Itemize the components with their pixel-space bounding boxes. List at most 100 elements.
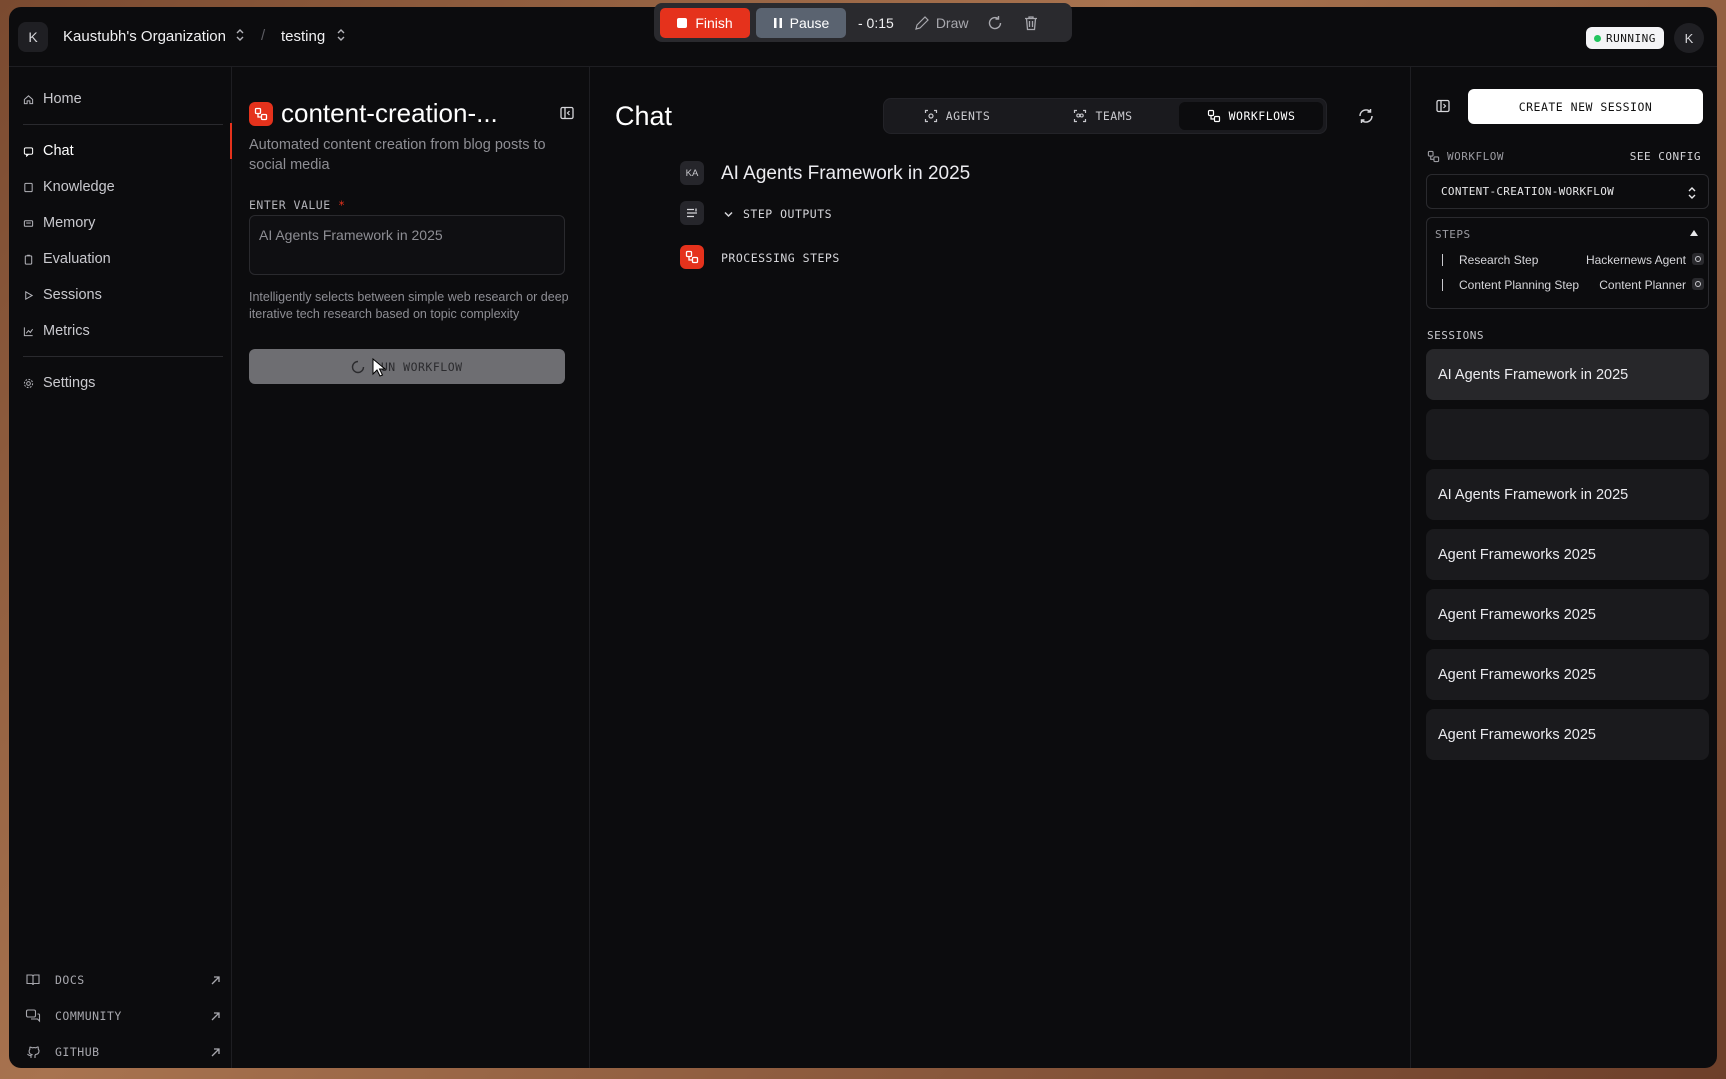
workflow-icon (254, 107, 268, 121)
tab-label: WORKFLOWS (1228, 109, 1296, 123)
workflow-select[interactable]: CONTENT-CREATION-WORKFLOW (1426, 174, 1709, 209)
pause-recording-button[interactable]: Pause (756, 7, 846, 38)
nav-item-sessions[interactable]: Sessions (23, 283, 102, 307)
spinner-icon (352, 360, 365, 373)
sidebar-collapse-icon[interactable] (1435, 98, 1451, 114)
chat-area: Chat AGENTS TEAMS WORKFLOWS KA AI Agents… (590, 67, 1410, 1068)
step-agent: Content Planner (1599, 278, 1686, 292)
nav-divider (23, 124, 223, 125)
restart-icon[interactable] (986, 14, 1004, 32)
project-selector[interactable]: testing (281, 28, 325, 45)
status-dot-icon (1594, 34, 1601, 42)
processing-steps-label: PROCESSING STEPS (721, 251, 840, 265)
nav-item-settings[interactable]: Settings (23, 371, 95, 395)
workflow-icon (1427, 150, 1440, 163)
input-label-text: ENTER VALUE (249, 198, 331, 212)
nav-item-label: Settings (43, 375, 96, 391)
home-icon (23, 94, 34, 104)
nav-item-knowledge[interactable]: Knowledge (23, 175, 115, 199)
refresh-icon[interactable] (1357, 107, 1375, 125)
pause-label: Pause (789, 14, 830, 31)
step-name: Research Step (1459, 253, 1539, 267)
docs-label: DOCS (55, 973, 85, 987)
docs-link[interactable]: DOCS (25, 970, 221, 990)
nav-item-evaluation[interactable]: Evaluation (23, 247, 111, 271)
create-new-session-button[interactable]: CREATE NEW SESSION (1468, 89, 1703, 124)
github-link[interactable]: GITHUB (25, 1042, 221, 1062)
community-label: COMMUNITY (55, 1009, 122, 1023)
step-outputs-toggle[interactable]: STEP OUTPUTS (723, 207, 832, 221)
tab-label: TEAMS (1095, 109, 1133, 123)
draw-button[interactable]: Draw (914, 15, 968, 31)
chevron-up-down-icon[interactable] (335, 27, 347, 43)
tab-workflows[interactable]: WORKFLOWS (1179, 102, 1323, 130)
recording-toolbar: Finish Pause - 0:15 Draw (654, 3, 1072, 42)
org-avatar[interactable]: K (18, 22, 48, 52)
tab-label: AGENTS (945, 109, 991, 123)
nav-item-label: Memory (43, 215, 96, 231)
session-item[interactable]: AI Agents Framework in 2025 (1426, 469, 1709, 520)
nav-item-chat[interactable]: Chat (23, 139, 74, 163)
session-item[interactable]: Agent Frameworks 2025 (1426, 649, 1709, 700)
chevron-up-down-icon[interactable] (234, 27, 246, 43)
stop-icon (677, 17, 688, 28)
team-icon (1074, 109, 1087, 123)
sidebar-collapse-icon[interactable] (559, 105, 575, 121)
workflow-icon (1207, 109, 1220, 123)
tab-teams[interactable]: TEAMS (1033, 102, 1173, 130)
nav-item-label: Chat (43, 143, 74, 159)
step-row: Content Planning Step Content Planner (1442, 276, 1704, 294)
user-message-avatar: KA (680, 161, 704, 185)
trash-icon[interactable] (1022, 14, 1040, 32)
status-badge: RUNNING (1586, 27, 1664, 49)
workflow-input[interactable]: AI Agents Framework in 2025 (249, 215, 565, 275)
community-link[interactable]: COMMUNITY (25, 1006, 221, 1026)
run-workflow-button[interactable]: RUN WORKFLOW (249, 349, 565, 384)
see-config-link[interactable]: SEE CONFIG (1630, 150, 1701, 163)
user-message: AI Agents Framework in 2025 (721, 163, 971, 184)
settings-icon[interactable] (1692, 278, 1704, 290)
tab-agents[interactable]: AGENTS (887, 102, 1027, 130)
left-sidebar: Home Chat Knowledge Memory Evaluation Se… (9, 67, 232, 1068)
memory-icon (23, 219, 34, 227)
book-icon (24, 182, 33, 192)
app-window: K Kaustubh's Organization / testing RUNN… (9, 7, 1717, 1068)
user-avatar[interactable]: K (1674, 23, 1704, 53)
session-item[interactable]: Agent Frameworks 2025 (1426, 529, 1709, 580)
chevron-up-down-icon (1688, 187, 1696, 199)
step-outputs-icon-box (680, 201, 704, 225)
nav-item-metrics[interactable]: Metrics (23, 319, 90, 343)
agent-icon (924, 109, 937, 123)
chevron-down-icon (724, 211, 733, 217)
finish-label: Finish (695, 14, 733, 31)
right-panel: CREATE NEW SESSION WORKFLOW SEE CONFIG C… (1410, 67, 1717, 1068)
settings-icon[interactable] (1692, 253, 1704, 265)
workflow-logo (249, 102, 273, 126)
recording-timer: - 0:15 (858, 14, 894, 31)
workflow-description: Automated content creation from blog pos… (249, 137, 546, 173)
session-item[interactable]: AI Agents Framework in 2025 (1426, 349, 1709, 400)
mouse-cursor-icon (372, 358, 386, 377)
session-item[interactable] (1426, 409, 1709, 460)
session-item[interactable]: Agent Frameworks 2025 (1426, 709, 1709, 760)
workflow-panel: content-creation-... Automated content c… (232, 67, 590, 1068)
org-selector[interactable]: Kaustubh's Organization (63, 28, 226, 45)
github-icon (27, 1046, 40, 1058)
step-bar (1442, 254, 1443, 266)
nav-divider (23, 356, 223, 357)
finish-recording-button[interactable]: Finish (660, 7, 750, 38)
nav-item-label: Knowledge (43, 179, 115, 195)
steps-label: STEPS (1435, 228, 1471, 241)
step-outputs-label: STEP OUTPUTS (743, 207, 833, 221)
input-help-text: Intelligently selects between simple web… (249, 290, 569, 321)
play-icon (25, 290, 34, 300)
steps-panel: STEPS Research Step Hackernews Agent Con… (1426, 217, 1709, 309)
gear-icon (23, 378, 34, 388)
required-marker: * (338, 198, 346, 212)
session-item[interactable]: Agent Frameworks 2025 (1426, 589, 1709, 640)
arrow-up-right-icon (211, 1047, 220, 1056)
nav-item-memory[interactable]: Memory (23, 211, 95, 235)
caret-up-icon[interactable] (1690, 230, 1698, 236)
nav-item-home[interactable]: Home (23, 87, 82, 111)
chat-icon (23, 146, 34, 157)
